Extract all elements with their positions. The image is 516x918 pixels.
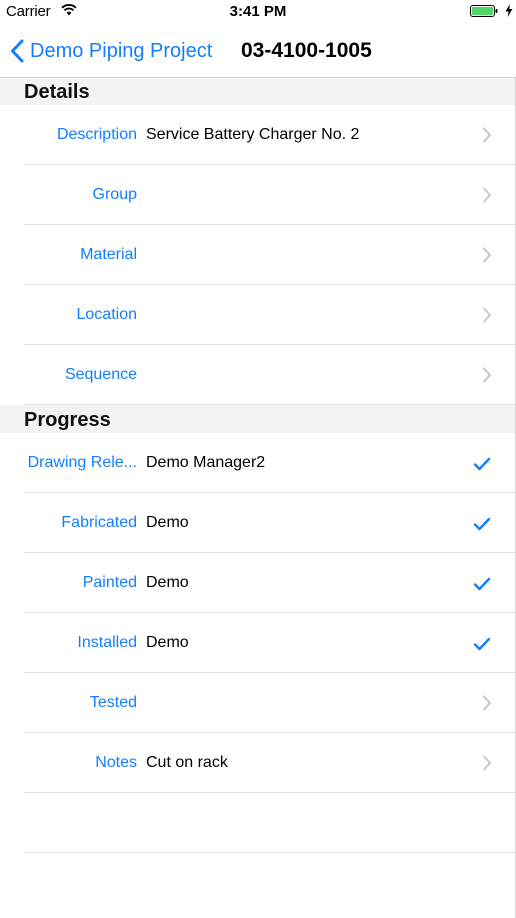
row-location[interactable]: Location bbox=[0, 285, 516, 345]
row-label: Sequence bbox=[64, 366, 137, 383]
chevron-icon bbox=[483, 367, 491, 383]
row-drawing-rele[interactable]: Drawing Rele... Demo Manager2 bbox=[0, 433, 516, 493]
chevron-icon bbox=[483, 247, 491, 263]
row-label: Description bbox=[56, 126, 137, 143]
row-label: Drawing Rele... bbox=[27, 454, 137, 471]
row-tested[interactable]: Tested bbox=[0, 673, 516, 733]
section-header-progress: Progress bbox=[0, 405, 516, 433]
chevron-icon bbox=[483, 187, 491, 203]
row-value: Cut on rack bbox=[146, 754, 228, 771]
back-button-label: Demo Piping Project bbox=[30, 39, 213, 62]
row-description[interactable]: Description Service Battery Charger No. 2 bbox=[0, 105, 516, 165]
charging-bolt-icon bbox=[505, 4, 513, 17]
row-notes[interactable]: Notes Cut on rack bbox=[0, 733, 516, 793]
row-sequence[interactable]: Sequence bbox=[0, 345, 516, 405]
page-title: 03-4100-1005 bbox=[241, 39, 372, 62]
status-time: 3:41 PM bbox=[229, 3, 287, 20]
row-installed[interactable]: Installed Demo bbox=[0, 613, 516, 673]
row-label: Group bbox=[92, 186, 137, 203]
chevron-icon bbox=[483, 127, 491, 143]
row-label: Location bbox=[76, 306, 138, 323]
checkmark-icon bbox=[473, 457, 491, 471]
back-chevron-icon bbox=[11, 39, 24, 63]
section-title-details: Details bbox=[24, 81, 90, 103]
row-painted[interactable]: Painted Demo bbox=[0, 553, 516, 613]
row-group[interactable]: Group bbox=[0, 165, 516, 225]
row-label: Tested bbox=[89, 694, 137, 711]
row-value: Demo bbox=[146, 514, 189, 531]
empty-row bbox=[0, 793, 516, 853]
chevron-icon bbox=[483, 307, 491, 323]
checkmark-icon bbox=[473, 517, 491, 531]
row-label: Notes bbox=[95, 754, 137, 771]
battery-icon bbox=[470, 5, 498, 17]
row-label: Material bbox=[80, 246, 137, 263]
row-material[interactable]: Material bbox=[0, 225, 516, 285]
chevron-icon bbox=[483, 695, 491, 711]
row-value: Demo bbox=[146, 634, 189, 651]
details-list: Description Service Battery Charger No. 2… bbox=[0, 105, 516, 405]
row-fabricated[interactable]: Fabricated Demo bbox=[0, 493, 516, 553]
row-label: Painted bbox=[82, 574, 137, 591]
navigation-bar: Demo Piping Project 03-4100-1005 bbox=[0, 22, 516, 78]
checkmark-icon bbox=[473, 577, 491, 591]
checkmark-icon bbox=[473, 637, 491, 651]
section-header-details: Details bbox=[0, 79, 516, 105]
row-label: Fabricated bbox=[61, 514, 137, 531]
status-bar: Carrier 3:41 PM bbox=[0, 0, 516, 22]
row-label: Installed bbox=[77, 634, 137, 651]
row-value: Demo bbox=[146, 574, 189, 591]
row-value: Service Battery Charger No. 2 bbox=[146, 126, 360, 143]
chevron-icon bbox=[483, 755, 491, 771]
row-value: Demo Manager2 bbox=[146, 454, 266, 471]
back-button[interactable]: Demo Piping Project bbox=[10, 37, 212, 65]
progress-list: Drawing Rele... Demo Manager2 Fabricated De… bbox=[0, 433, 516, 853]
section-title-progress: Progress bbox=[24, 409, 111, 431]
